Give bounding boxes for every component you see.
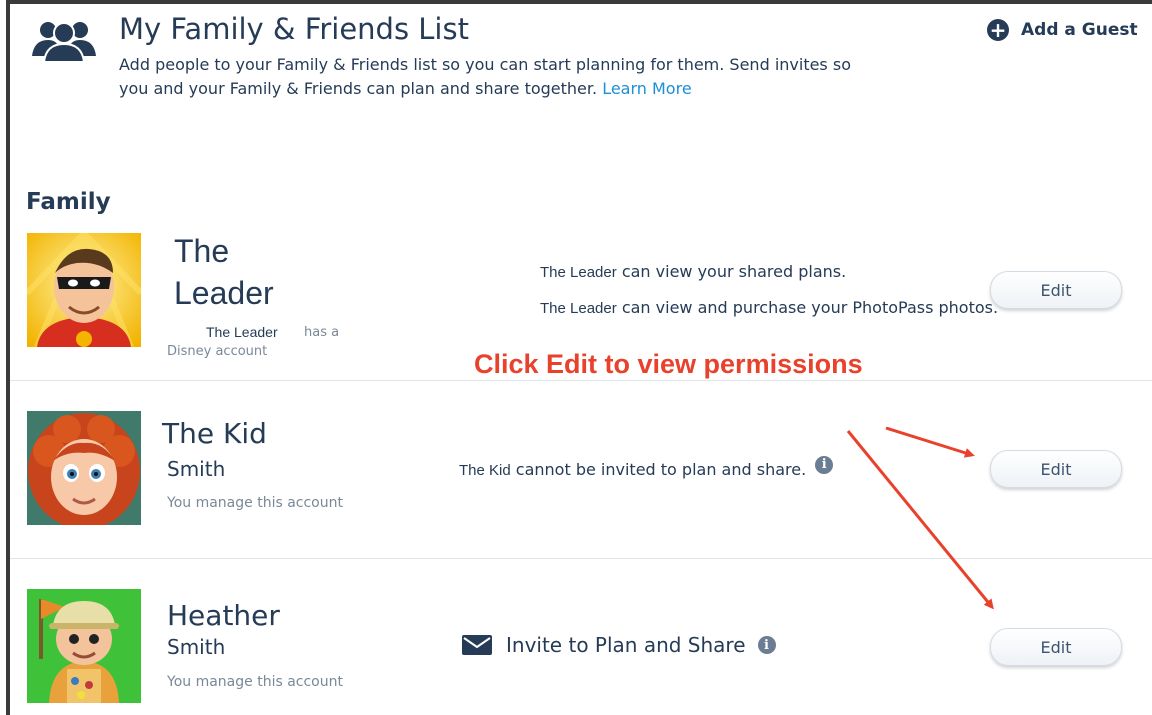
arrow-to-edit-kid	[885, 426, 975, 458]
annotation-arrows	[846, 426, 994, 610]
arrow-to-edit-heather	[846, 430, 994, 610]
